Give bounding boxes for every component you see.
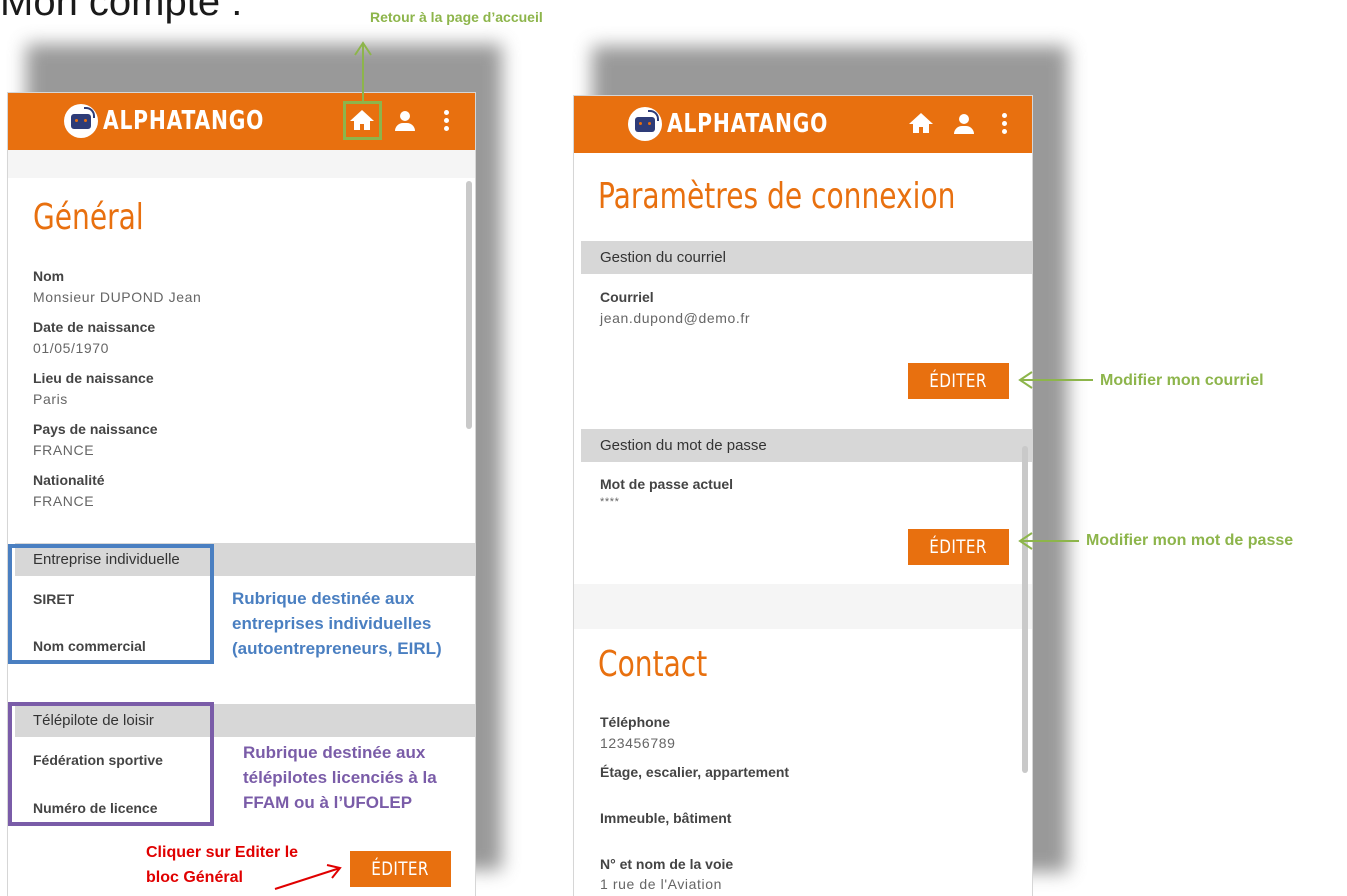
- app-bar: ALPHATANGO: [574, 96, 1032, 153]
- field-value-pays-naissance: FRANCE: [33, 442, 95, 458]
- annotation-edit: Cliquer sur Editer le bloc Général: [146, 840, 298, 890]
- edit-password-button[interactable]: ÉDITER: [908, 529, 1009, 565]
- field-value-courriel: jean.dupond@demo.fr: [600, 310, 751, 326]
- field-label-lieu-naissance: Lieu de naissance: [33, 370, 154, 386]
- section-heading-general: Général: [33, 197, 144, 238]
- annotation-home: Retour à la page d’accueil: [370, 9, 543, 25]
- field-label-date-naissance: Date de naissance: [33, 319, 156, 335]
- field-value-telephone: 123456789: [600, 735, 676, 751]
- logo-wordmark: ALPHATANGO: [103, 106, 265, 136]
- more-menu-icon[interactable]: [444, 110, 450, 132]
- logo-wordmark: ALPHATANGO: [667, 109, 829, 139]
- field-value-mot-de-passe: ****: [600, 496, 620, 508]
- field-value-voie: 1 rue de l'Aviation: [600, 876, 722, 892]
- home-icon[interactable]: [909, 113, 933, 135]
- field-label-etage: Étage, escalier, appartement: [600, 764, 790, 780]
- account-icon[interactable]: [395, 111, 415, 131]
- edit-general-button[interactable]: ÉDITER: [350, 851, 451, 887]
- annotation-telepilote-line-2: télépilotes licenciés à la: [243, 768, 437, 787]
- annotation-entreprise-frame: [8, 544, 214, 664]
- edit-courriel-button[interactable]: ÉDITER: [908, 363, 1009, 399]
- annotation-edit-line-2: bloc Général: [146, 869, 243, 886]
- field-label-pays-naissance: Pays de naissance: [33, 421, 158, 437]
- edit-password-button-label: ÉDITER: [929, 536, 988, 558]
- scrollbar[interactable]: [466, 181, 472, 429]
- annotation-telepilote-frame: [8, 702, 214, 826]
- top-spacer: [8, 150, 475, 178]
- field-label-telephone: Téléphone: [600, 714, 671, 730]
- field-value-date-naissance: 01/05/1970: [33, 340, 110, 356]
- annotation-home-frame: [343, 101, 382, 140]
- edit-courriel-button-label: ÉDITER: [929, 370, 988, 392]
- section-spacer: [574, 584, 1032, 629]
- field-label-nationalite: Nationalité: [33, 472, 105, 488]
- field-label-courriel: Courriel: [600, 289, 654, 305]
- section-heading-contact: Contact: [598, 644, 708, 685]
- right-phone-screen: ALPHATANGO Paramètres de connexion Gesti…: [574, 96, 1032, 896]
- annotation-telepilote: Rubrique destinée aux télépilotes licenc…: [243, 740, 437, 815]
- annotation-telepilote-line-3: FFAM ou à l’UFOLEP: [243, 793, 413, 812]
- annotation-edit-line-1: Cliquer sur Editer le: [146, 844, 299, 861]
- field-value-nationalite: FRANCE: [33, 493, 95, 509]
- alphatango-logo[interactable]: ALPHATANGO: [628, 106, 874, 142]
- section-heading-connexion: Paramètres de connexion: [598, 176, 956, 217]
- annotation-entreprise-line-2: entreprises individuelles: [232, 614, 432, 633]
- section-header-courriel: Gestion du courriel: [581, 241, 1032, 274]
- field-value-lieu-naissance: Paris: [33, 391, 68, 407]
- annotation-telepilote-line-1: Rubrique destinée aux: [243, 743, 426, 762]
- annotation-entreprise: Rubrique destinée aux entreprises indivi…: [232, 586, 442, 661]
- field-label-mot-de-passe: Mot de passe actuel: [600, 476, 734, 492]
- annotation-password: Modifier mon mot de passe: [1086, 532, 1294, 549]
- page-title: Mon compte :: [0, 0, 243, 24]
- app-bar: ALPHATANGO: [8, 93, 475, 150]
- alphatango-logo[interactable]: ALPHATANGO: [64, 103, 310, 139]
- field-value-nom: Monsieur DUPOND Jean: [33, 289, 202, 305]
- section-header-mot-de-passe: Gestion du mot de passe: [581, 429, 1032, 462]
- logo-drone-icon: [628, 107, 662, 141]
- annotation-courriel: Modifier mon courriel: [1100, 372, 1264, 389]
- field-label-nom: Nom: [33, 268, 65, 284]
- scrollbar[interactable]: [1022, 446, 1028, 773]
- annotation-entreprise-line-3: (autoentrepreneurs, EIRL): [232, 639, 442, 658]
- annotation-entreprise-line-1: Rubrique destinée aux: [232, 589, 415, 608]
- field-label-immeuble: Immeuble, bâtiment: [600, 810, 732, 826]
- account-icon[interactable]: [954, 114, 974, 134]
- more-menu-icon[interactable]: [1002, 113, 1008, 135]
- logo-drone-icon: [64, 104, 98, 138]
- field-label-voie: N° et nom de la voie: [600, 856, 734, 872]
- edit-general-button-label: ÉDITER: [371, 858, 430, 880]
